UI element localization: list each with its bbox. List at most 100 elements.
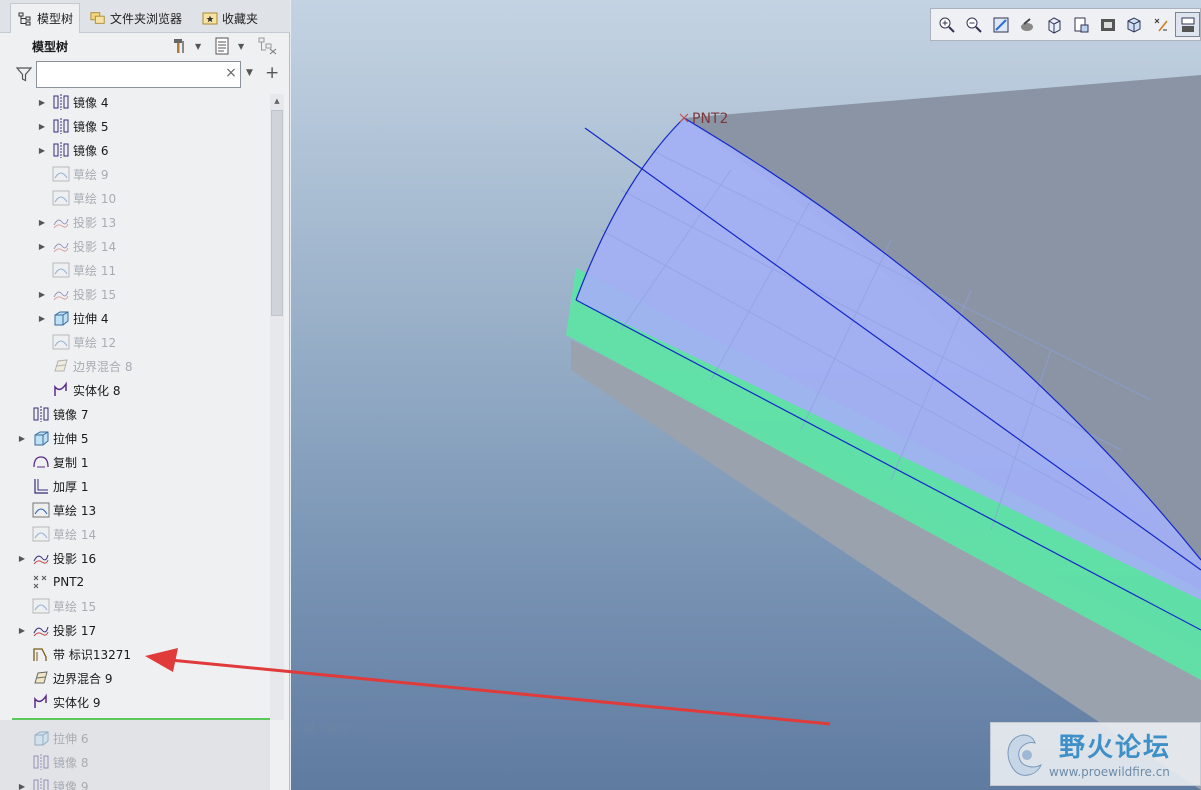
expand-arrow-icon[interactable]: ▶ [36, 312, 48, 324]
tree-item[interactable]: 草绘 14 [16, 522, 96, 546]
sketch-icon [52, 165, 70, 183]
tree-item[interactable]: 加厚 1 [16, 474, 88, 498]
tree-scrollbar[interactable]: ▲ [270, 94, 284, 720]
tree-item-label: 边界混合 9 [53, 671, 113, 686]
refit-icon[interactable] [988, 12, 1013, 37]
model-geometry [566, 75, 1201, 790]
tree-item[interactable]: ▶ 拉伸 4 [36, 306, 108, 330]
add-icon[interactable]: + [265, 63, 279, 83]
tree-item[interactable]: ▶ 投影 16 [16, 546, 96, 570]
navigator-tabbar: 模型树 文件夹浏览器 收藏夹 [0, 0, 290, 33]
sketch-icon [32, 525, 50, 543]
display-style-icon[interactable] [1069, 12, 1094, 37]
tree-item[interactable]: 边界混合 8 [36, 354, 132, 378]
tab-model-tree[interactable]: 模型树 [10, 3, 80, 33]
tree-item[interactable]: 拉伸 6 [16, 726, 88, 750]
projection-icon [52, 285, 70, 303]
search-input[interactable] [36, 61, 241, 88]
tree-item[interactable]: 草绘 15 [16, 594, 96, 618]
tree-item[interactable]: ▶ 拉伸 5 [16, 426, 88, 450]
tree-item[interactable]: 草绘 9 [36, 162, 108, 186]
tree-item-label: 镜像 7 [53, 407, 89, 422]
tree-item-label: 拉伸 4 [73, 311, 109, 326]
expand-arrow-icon[interactable]: ▶ [36, 288, 48, 300]
tree-item-label: 拉伸 5 [53, 431, 89, 446]
tab-label: 收藏夹 [222, 11, 259, 26]
tree-item[interactable]: 边界混合 9 [16, 666, 112, 690]
thicken-icon [32, 477, 50, 495]
tree-item[interactable]: 镜像 8 [16, 750, 88, 774]
tree-item-label: 投影 13 [73, 215, 117, 230]
perspective-icon[interactable] [1122, 12, 1147, 37]
tree-item[interactable]: ▶ 投影 17 [16, 618, 96, 642]
tree-item[interactable]: 草绘 11 [36, 258, 116, 282]
expand-arrow-icon[interactable]: ▶ [36, 240, 48, 252]
chevron-down-icon[interactable]: ▼ [246, 68, 253, 78]
tree-item[interactable]: 实体化 8 [36, 378, 120, 402]
tree-item[interactable]: 草绘 10 [36, 186, 116, 210]
annotation-display-icon[interactable] [1175, 12, 1201, 37]
zoom-out-icon[interactable] [962, 12, 987, 37]
show-options-icon[interactable] [212, 36, 232, 56]
extrude-icon [32, 429, 50, 447]
datum-display-icon[interactable] [1149, 12, 1174, 37]
expand-arrow-icon[interactable]: ▶ [16, 552, 28, 564]
expand-arrow-icon[interactable]: ▶ [16, 624, 28, 636]
expand-arrow-icon[interactable]: ▶ [16, 432, 28, 444]
projection-icon [52, 213, 70, 231]
forum-logo-icon [1007, 734, 1042, 776]
tree-item-label: 投影 15 [73, 287, 117, 302]
zoom-in-icon[interactable] [935, 12, 960, 37]
tree-item-label: 复制 1 [53, 455, 89, 470]
scroll-up-icon[interactable]: ▲ [270, 94, 284, 108]
tree-item[interactable]: 复制 1 [16, 450, 88, 474]
tree-icon [17, 11, 33, 27]
tree-item[interactable]: 草绘 13 [16, 498, 96, 522]
saved-views-icon[interactable] [1042, 12, 1067, 37]
favorites-icon [202, 10, 218, 26]
tree-item[interactable]: ▶ 投影 13 [36, 210, 116, 234]
tab-favorites[interactable]: 收藏夹 [196, 3, 266, 33]
expand-arrow-icon[interactable]: ▶ [16, 780, 28, 790]
solidify-icon [52, 381, 70, 399]
expand-arrow-icon[interactable]: ▶ [36, 96, 48, 108]
mirror-icon [52, 117, 70, 135]
tree-item[interactable]: 实体化 9 [16, 690, 100, 714]
clear-icon[interactable]: × [224, 66, 238, 80]
filter-icon[interactable] [15, 65, 33, 83]
tab-folder-browser[interactable]: 文件夹浏览器 [84, 3, 192, 33]
tree-item[interactable]: 草绘 12 [36, 330, 116, 354]
tree-item-label: 实体化 8 [73, 383, 121, 398]
tree-item-label: PNT2 [53, 575, 85, 589]
tree-item[interactable]: 镜像 7 [16, 402, 88, 426]
expand-arrow-icon[interactable]: ▶ [36, 120, 48, 132]
sketch-icon [52, 189, 70, 207]
tree-item[interactable]: 带 标识13271 [16, 642, 131, 666]
ribbon-icon [32, 645, 50, 663]
graphics-viewport[interactable]: PNT2 模 : 钢架 野火论坛 www.proewildfire.cn [291, 0, 1201, 790]
tree-item[interactable]: ▶ 投影 15 [36, 282, 116, 306]
boundary-blend-icon [32, 669, 50, 687]
expand-arrow-icon[interactable]: ▶ [36, 216, 48, 228]
chevron-down-icon[interactable]: ▼ [238, 42, 244, 51]
tree-item[interactable]: ▶ 镜像 6 [36, 138, 108, 162]
viewport-status-text: 模 : 钢架 [303, 722, 351, 736]
view-manager-icon[interactable] [1095, 12, 1120, 37]
filter-display-icon[interactable] [258, 36, 278, 56]
tree-item[interactable]: ▶ 投影 14 [36, 234, 116, 258]
tree-item[interactable]: ▶ 镜像 4 [36, 90, 108, 114]
settings-hammer-icon[interactable] [170, 36, 190, 56]
chevron-down-icon[interactable]: ▼ [195, 42, 201, 51]
tab-label: 文件夹浏览器 [110, 11, 183, 26]
tree-item[interactable]: ▶ 镜像 5 [36, 114, 108, 138]
tree-item[interactable]: ▶ 镜像 9 [16, 774, 88, 790]
tree-item[interactable]: PNT2 [16, 570, 84, 594]
reorient-icon[interactable] [1015, 12, 1040, 37]
datum-point-label[interactable]: PNT2 [692, 111, 728, 127]
scroll-thumb[interactable] [271, 110, 283, 316]
expand-arrow-icon[interactable]: ▶ [36, 144, 48, 156]
